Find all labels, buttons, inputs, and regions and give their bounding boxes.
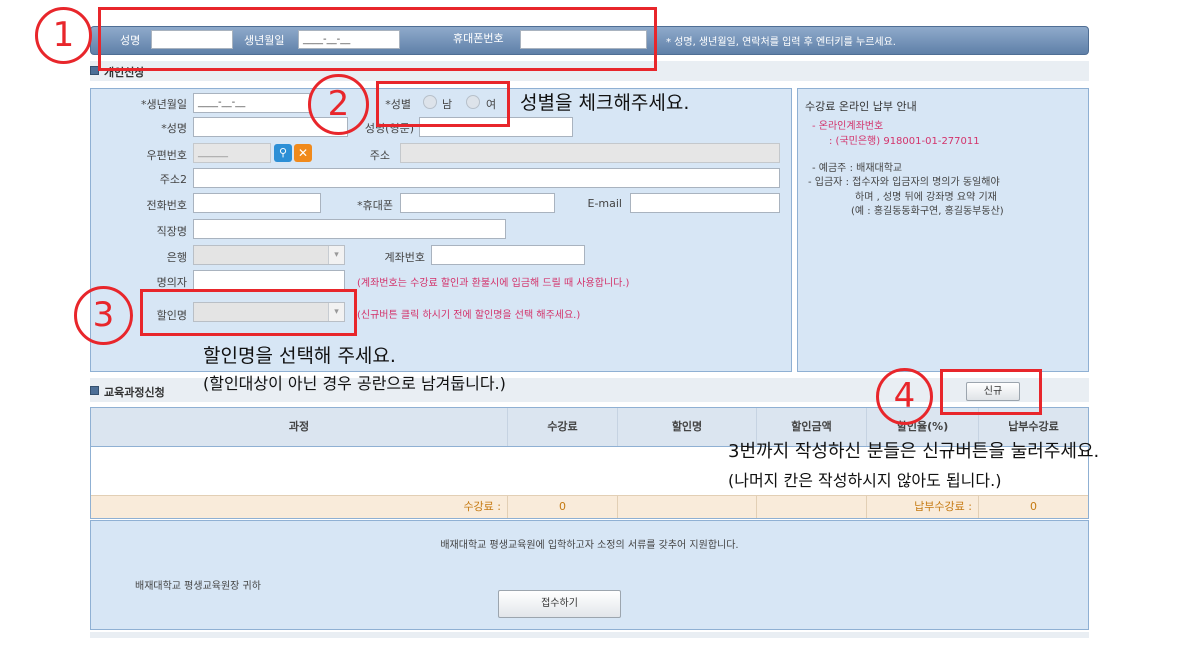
step3-circle: 3 (74, 286, 133, 345)
footer-statement: 배재대학교 평생교육원에 입학하고자 소정의 서류를 갖추어 지원합니다. (440, 540, 739, 551)
payment-title: 수강료 온라인 납부 안내 (805, 100, 917, 113)
holder-input[interactable] (193, 270, 345, 290)
chevron-down-icon: ▾ (328, 246, 344, 264)
zip-label: 우편번호 (146, 149, 187, 162)
address-label: 주소 (369, 149, 390, 162)
paid-label: 납부수강료 : (867, 496, 979, 518)
bottom-strip (90, 632, 1089, 638)
step1-highlight-box (98, 7, 657, 71)
paid-value: 0 (1030, 500, 1037, 513)
bank-label: 은행 (166, 251, 187, 264)
discount-note: (신규버튼 클릭 하시기 전에 할인명을 선택 해주세요.) (357, 310, 581, 321)
course-table-footer: 수강료 : 0 납부수강료 : 0 (91, 495, 1088, 518)
payment-payer-example: (예 : 홍길동동화구연, 홍길동부동산) (851, 206, 1004, 217)
note-discount-2: (할인대상이 아닌 경우 공란으로 남겨둡니다.) (203, 374, 506, 393)
address2-input[interactable] (193, 168, 780, 188)
fee-value: 0 (508, 496, 618, 518)
address2-label: 주소2 (159, 173, 187, 186)
step2-circle: 2 (308, 74, 369, 135)
course-section-title: 교육과정신청 (104, 386, 165, 399)
zip-input[interactable]: ______ (193, 143, 271, 163)
name-label: *성명 (161, 122, 187, 135)
payment-payer-line2: 하며 , 성명 뒤에 강좌명 요약 기재 (855, 192, 997, 203)
company-label: 직장명 (156, 225, 187, 238)
search-hint: * 성명, 생년월일, 연락처를 입력 후 엔터키를 누르세요. (666, 37, 896, 48)
email-label: E-mail (587, 197, 623, 210)
payment-depositor: - 예금주 : 배재대학교 (812, 163, 903, 174)
payment-account-title: - 온라인계좌번호 (812, 121, 884, 132)
section-bullet-icon (90, 386, 99, 395)
address-input[interactable] (400, 143, 780, 163)
phone-label: 전화번호 (146, 199, 187, 212)
note-new-2: (나머지 칸은 작성하시지 않아도 됩니다.) (728, 471, 1002, 490)
step4-circle: 4 (876, 368, 933, 425)
holder-note: (계좌번호는 수강료 할인과 환불시에 입금해 드릴 때 사용합니다.) (357, 278, 630, 289)
col-fee: 수강료 (508, 408, 618, 446)
step3-highlight-box (140, 289, 357, 336)
phone-input[interactable] (193, 193, 321, 213)
email-input[interactable] (630, 193, 780, 213)
birth-input[interactable]: ____-__-__ (193, 93, 310, 113)
account-label: 계좌번호 (384, 251, 425, 264)
zip-search-icon[interactable]: ⚲ (274, 144, 292, 162)
payment-account-value: : (국민은행) 918001-01-277011 (829, 136, 980, 147)
mobile-label: *휴대폰 (357, 199, 393, 212)
note-new-1: 3번까지 작성하신 분들은 신규버튼을 눌러주세요. (728, 441, 1100, 462)
course-table: 과정 수강료 할인명 할인금액 할인율(%) 납부수강료 수강료 : 0 납부수… (90, 407, 1089, 519)
fee-label: 수강료 : (91, 496, 508, 518)
birth-label: *생년월일 (141, 98, 187, 111)
fee-empty-2 (757, 496, 867, 518)
footer-addressee: 배재대학교 평생교육원장 귀하 (135, 581, 261, 592)
step2-highlight-box (376, 81, 510, 127)
account-input[interactable] (431, 245, 585, 265)
step1-circle: 1 (35, 7, 92, 64)
submit-button[interactable]: 접수하기 (498, 590, 621, 618)
mobile-input[interactable] (400, 193, 555, 213)
payment-payer-line1: - 입금자 : 접수자와 입금자의 명의가 동일해야 (808, 177, 1000, 188)
note-gender: 성별을 체크해주세요. (520, 92, 690, 114)
bank-select[interactable]: ▾ (193, 245, 345, 265)
company-input[interactable] (193, 219, 506, 239)
note-discount-1: 할인명을 선택해 주세요. (203, 345, 396, 367)
col-course: 과정 (91, 408, 508, 446)
zip-clear-icon[interactable]: ✕ (294, 144, 312, 162)
step4-highlight-box (940, 369, 1042, 415)
fee-empty-1 (618, 496, 757, 518)
